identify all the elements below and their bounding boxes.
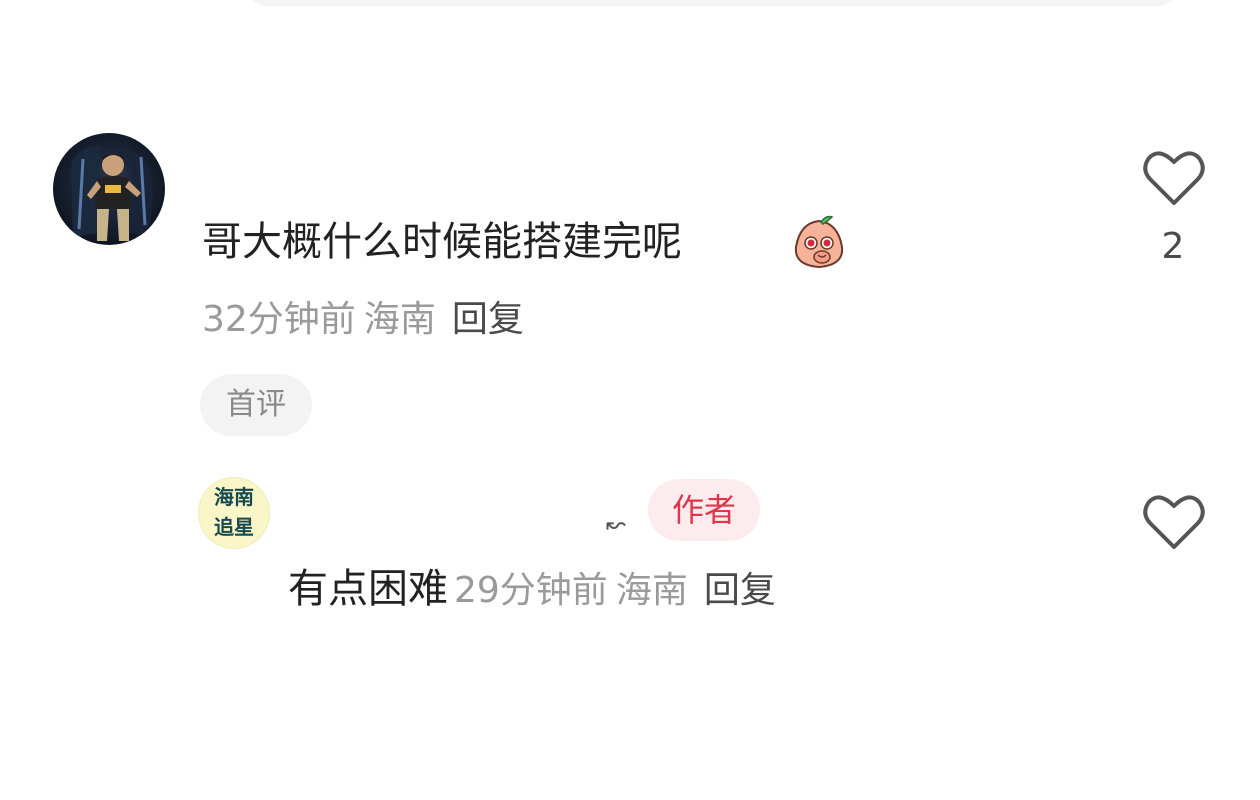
reply-row: 有点困难 29分钟前 海南 回复: [288, 562, 776, 624]
replier-username[interactable]: ↜: [606, 510, 626, 538]
reply-reply-button[interactable]: 回复: [704, 570, 776, 611]
reply-text: 有点困难: [288, 566, 448, 612]
like-button[interactable]: [1142, 148, 1206, 208]
heart-outline-icon: [1143, 495, 1205, 549]
heart-outline-icon: [1143, 151, 1205, 205]
avatar-photo: [53, 133, 165, 245]
like-count: 2: [1161, 226, 1185, 267]
peach-emoji-icon: [792, 213, 846, 269]
author-badge: 作者: [648, 479, 760, 541]
comment-meta: 32分钟前 海南 回复: [202, 296, 524, 344]
comment-text: 哥大概什么时候能搭建完呢: [202, 219, 682, 265]
replier-avatar[interactable]: 海南 追星: [198, 477, 270, 549]
commenter-avatar[interactable]: [53, 133, 165, 245]
reply-location: 海南: [615, 570, 688, 611]
comment-time: 32分钟前: [202, 299, 356, 340]
avatar-text-line1: 海南: [214, 485, 254, 509]
reply-like-button[interactable]: [1142, 492, 1206, 552]
top-search-bar[interactable]: [245, 0, 1180, 6]
reply-meta: 29分钟前 海南: [454, 570, 688, 611]
comment-location: 海南: [363, 299, 436, 340]
avatar-text-line2: 追星: [214, 515, 254, 539]
first-comment-badge: 首评: [200, 374, 312, 436]
reply-time: 29分钟前: [454, 570, 608, 611]
reply-button[interactable]: 回复: [452, 299, 524, 340]
